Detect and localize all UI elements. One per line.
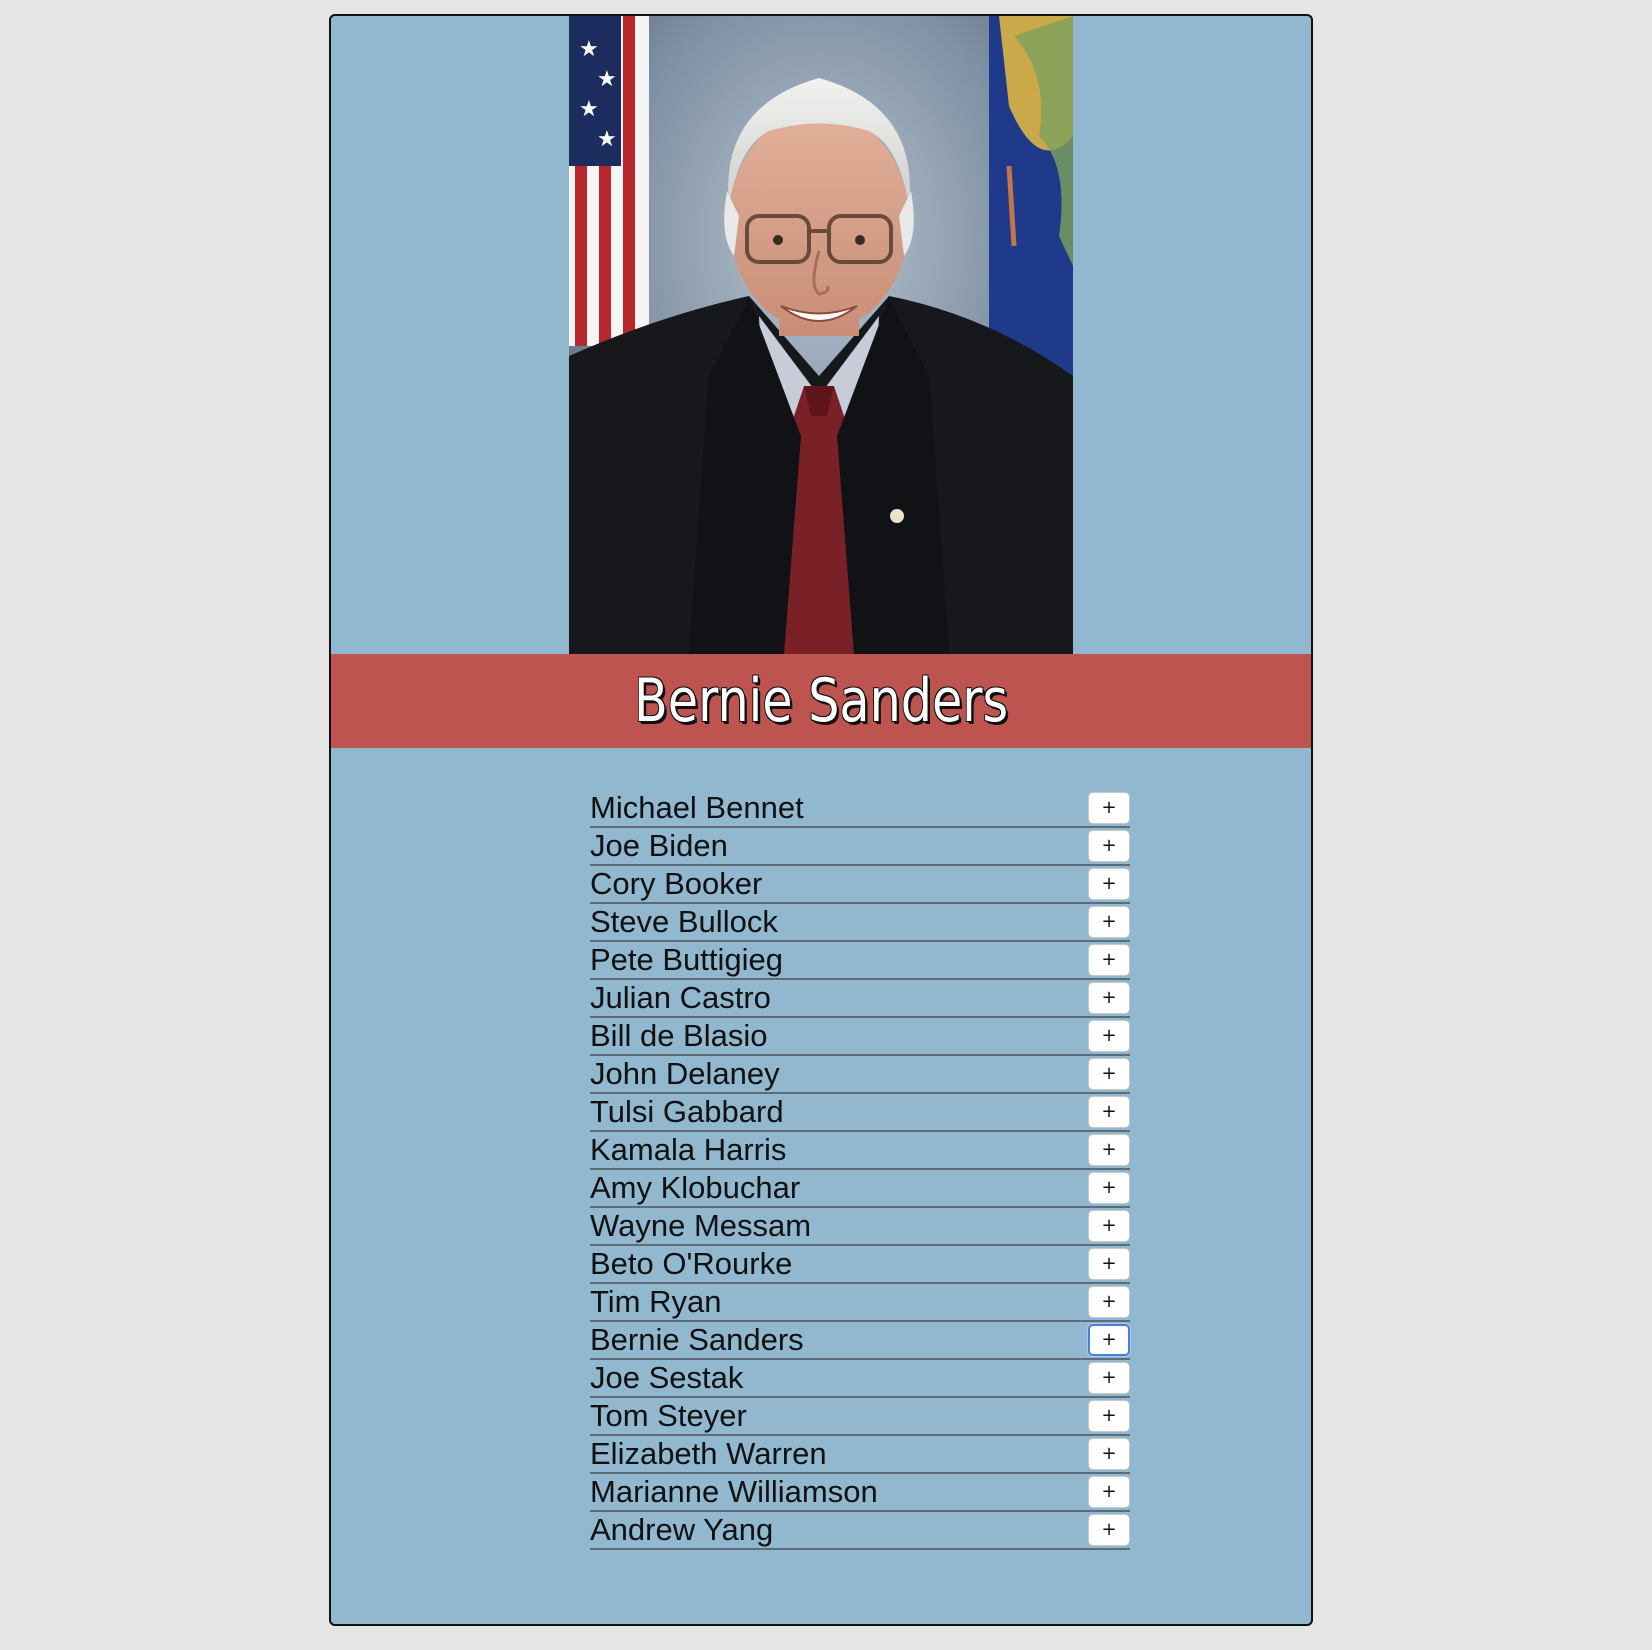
- add-candidate-button[interactable]: +: [1088, 1400, 1130, 1432]
- list-item: Steve Bullock +: [590, 904, 1130, 942]
- candidate-photo: ★ ★ ★ ★: [569, 16, 1073, 654]
- add-candidate-button[interactable]: +: [1088, 1096, 1130, 1128]
- list-item: Tulsi Gabbard +: [590, 1094, 1130, 1132]
- svg-text:★: ★: [597, 127, 617, 152]
- add-candidate-button[interactable]: +: [1088, 1210, 1130, 1242]
- candidate-name: Beto O'Rourke: [590, 1246, 793, 1281]
- list-item: Joe Biden +: [590, 828, 1130, 866]
- list-item: Tim Ryan +: [590, 1284, 1130, 1322]
- add-candidate-button[interactable]: +: [1088, 1362, 1130, 1394]
- candidate-card: ★ ★ ★ ★ Bernie Sanders Michael Bennet + …: [329, 14, 1313, 1626]
- list-item: Beto O'Rourke +: [590, 1246, 1130, 1284]
- candidate-name: Andrew Yang: [590, 1512, 774, 1547]
- add-candidate-button[interactable]: +: [1088, 1476, 1130, 1508]
- candidate-name: Marianne Williamson: [590, 1474, 878, 1509]
- list-item: Kamala Harris +: [590, 1132, 1130, 1170]
- svg-text:★: ★: [597, 67, 617, 92]
- list-item: Michael Bennet +: [590, 790, 1130, 828]
- svg-text:★: ★: [579, 97, 599, 122]
- list-item: Wayne Messam +: [590, 1208, 1130, 1246]
- candidate-name: Bernie Sanders: [590, 1322, 804, 1357]
- candidate-name: Amy Klobuchar: [590, 1170, 801, 1205]
- list-item: Marianne Williamson +: [590, 1474, 1130, 1512]
- list-item: Amy Klobuchar +: [590, 1170, 1130, 1208]
- list-item: Cory Booker +: [590, 866, 1130, 904]
- add-candidate-button[interactable]: +: [1088, 868, 1130, 900]
- candidate-name: Joe Sestak: [590, 1360, 744, 1395]
- list-item: Elizabeth Warren +: [590, 1436, 1130, 1474]
- candidate-name: Kamala Harris: [590, 1132, 787, 1167]
- candidate-name: Pete Buttigieg: [590, 942, 784, 977]
- list-item: Tom Steyer +: [590, 1398, 1130, 1436]
- candidate-name: Elizabeth Warren: [590, 1436, 827, 1471]
- add-candidate-button[interactable]: +: [1088, 1286, 1130, 1318]
- candidate-name: Steve Bullock: [590, 904, 778, 939]
- candidate-name: John Delaney: [590, 1056, 780, 1091]
- add-candidate-button[interactable]: +: [1088, 906, 1130, 938]
- add-candidate-button[interactable]: +: [1088, 1172, 1130, 1204]
- add-candidate-button[interactable]: +: [1088, 944, 1130, 976]
- list-item: Bernie Sanders +: [590, 1322, 1130, 1360]
- us-flag: ★ ★ ★ ★: [569, 16, 649, 346]
- list-item: John Delaney +: [590, 1056, 1130, 1094]
- add-candidate-button[interactable]: +: [1088, 1134, 1130, 1166]
- add-candidate-button[interactable]: +: [1088, 1324, 1130, 1356]
- list-item: Pete Buttigieg +: [590, 942, 1130, 980]
- add-candidate-button[interactable]: +: [1088, 1438, 1130, 1470]
- candidate-list: Michael Bennet + Joe Biden + Cory Booker + Ste…: [590, 790, 1130, 1550]
- candidate-name-banner: Bernie Sanders: [331, 654, 1311, 748]
- candidate-name: Tim Ryan: [590, 1284, 722, 1319]
- list-item: Bill de Blasio +: [590, 1018, 1130, 1056]
- add-candidate-button[interactable]: +: [1088, 1058, 1130, 1090]
- candidate-name: Joe Biden: [590, 828, 728, 863]
- candidate-name: Tom Steyer: [590, 1398, 747, 1433]
- svg-text:★: ★: [579, 37, 599, 62]
- candidate-name: Bill de Blasio: [590, 1018, 768, 1053]
- add-candidate-button[interactable]: +: [1088, 1020, 1130, 1052]
- add-candidate-button[interactable]: +: [1088, 830, 1130, 862]
- add-candidate-button[interactable]: +: [1088, 792, 1130, 824]
- add-candidate-button[interactable]: +: [1088, 1514, 1130, 1546]
- candidate-name: Julian Castro: [590, 980, 771, 1015]
- list-item: Joe Sestak +: [590, 1360, 1130, 1398]
- add-candidate-button[interactable]: +: [1088, 1248, 1130, 1280]
- list-item: Julian Castro +: [590, 980, 1130, 1018]
- candidate-name: Cory Booker: [590, 866, 763, 901]
- add-candidate-button[interactable]: +: [1088, 982, 1130, 1014]
- candidate-name: Michael Bennet: [590, 790, 804, 825]
- list-item: Andrew Yang +: [590, 1512, 1130, 1550]
- candidate-name-heading: Bernie Sanders: [633, 666, 1009, 736]
- candidate-name: Wayne Messam: [590, 1208, 812, 1243]
- candidate-name: Tulsi Gabbard: [590, 1094, 784, 1129]
